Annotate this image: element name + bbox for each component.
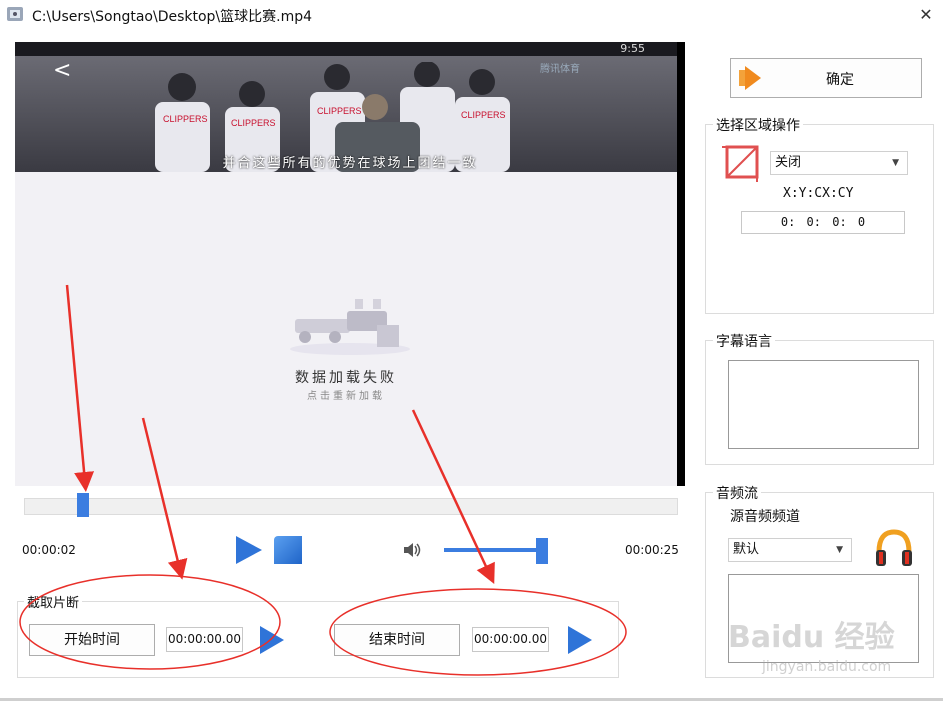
subtitle-language-list[interactable] bbox=[728, 360, 919, 449]
close-button[interactable]: ✕ bbox=[915, 4, 937, 26]
seek-handle[interactable] bbox=[76, 493, 89, 517]
subtitle-group-title: 字幕语言 bbox=[713, 331, 775, 351]
end-play-icon[interactable] bbox=[567, 625, 593, 655]
reload-link[interactable]: 点击重新加载 bbox=[15, 387, 677, 402]
video-frame: CLIPPERS CLIPPERS CLIPPERS CLIPPERS 9:55 <… bbox=[15, 42, 685, 172]
svg-text:CLIPPERS: CLIPPERS bbox=[317, 106, 362, 116]
video-display[interactable]: CLIPPERS CLIPPERS CLIPPERS CLIPPERS 9:55 <… bbox=[15, 42, 685, 486]
audio-channel-label: 源音频频道 bbox=[730, 509, 800, 525]
region-group-title: 选择区域操作 bbox=[713, 115, 803, 135]
confirm-label: 确定 bbox=[826, 72, 854, 88]
start-time-button[interactable]: 开始时间 bbox=[29, 624, 155, 656]
svg-text:CLIPPERS: CLIPPERS bbox=[231, 118, 276, 128]
coord-field[interactable]: 0: 0: 0: 0 bbox=[741, 211, 905, 234]
volume-icon[interactable] bbox=[402, 541, 422, 559]
end-time-field[interactable]: 00:00:00.00 bbox=[472, 627, 549, 652]
region-mode-value: 关闭 bbox=[775, 155, 802, 170]
end-time-button[interactable]: 结束时间 bbox=[334, 624, 460, 656]
baidu-watermark: Baidu 经验 bbox=[728, 620, 895, 655]
app-icon bbox=[6, 5, 24, 23]
back-arrow-icon: < bbox=[53, 58, 72, 83]
region-mode-select[interactable]: 关闭 ▼ bbox=[770, 151, 908, 175]
crop-icon[interactable] bbox=[722, 142, 762, 182]
audio-channel-value: 默认 bbox=[733, 542, 760, 557]
chevron-down-icon: ▼ bbox=[892, 158, 899, 168]
load-failed-text: 数据加载失败 bbox=[295, 370, 397, 386]
start-time-field[interactable]: 00:00:00.00 bbox=[166, 627, 243, 652]
video-border bbox=[677, 42, 685, 486]
total-time: 00:00:25 bbox=[625, 543, 679, 557]
current-time: 00:00:02 bbox=[22, 543, 76, 557]
video-subtitle: 并合这些所有的优势在球场上团结一致 bbox=[222, 156, 478, 171]
svg-text:CLIPPERS: CLIPPERS bbox=[461, 110, 506, 120]
robot-illustration-icon bbox=[290, 299, 410, 355]
start-play-icon[interactable] bbox=[259, 625, 285, 655]
audio-channel-select[interactable]: 默认 ▼ bbox=[728, 538, 852, 562]
stop-button[interactable] bbox=[274, 536, 302, 564]
baidu-watermark-url: jingyan.baidu.com bbox=[762, 659, 892, 675]
audio-group-title: 音频流 bbox=[713, 483, 761, 503]
svg-text:CLIPPERS: CLIPPERS bbox=[163, 114, 208, 124]
tv-watermark: 腾讯体育 bbox=[540, 64, 580, 75]
volume-slider[interactable] bbox=[444, 548, 547, 552]
phone-status-bar: 9:55 bbox=[15, 42, 685, 56]
arrow-right-icon bbox=[739, 66, 761, 90]
chevron-down-icon: ▼ bbox=[836, 545, 843, 555]
play-button[interactable] bbox=[235, 535, 263, 565]
clip-group-title: 截取片断 bbox=[24, 592, 83, 611]
seek-bar[interactable] bbox=[24, 498, 678, 515]
coord-label: X:Y:CX:CY bbox=[783, 186, 854, 201]
volume-handle[interactable] bbox=[535, 538, 548, 564]
headphone-icon bbox=[874, 528, 914, 568]
status-time: 9:55 bbox=[620, 42, 645, 55]
window-title: C:\Users\Songtao\Desktop\篮球比赛.mp4 bbox=[32, 9, 313, 25]
